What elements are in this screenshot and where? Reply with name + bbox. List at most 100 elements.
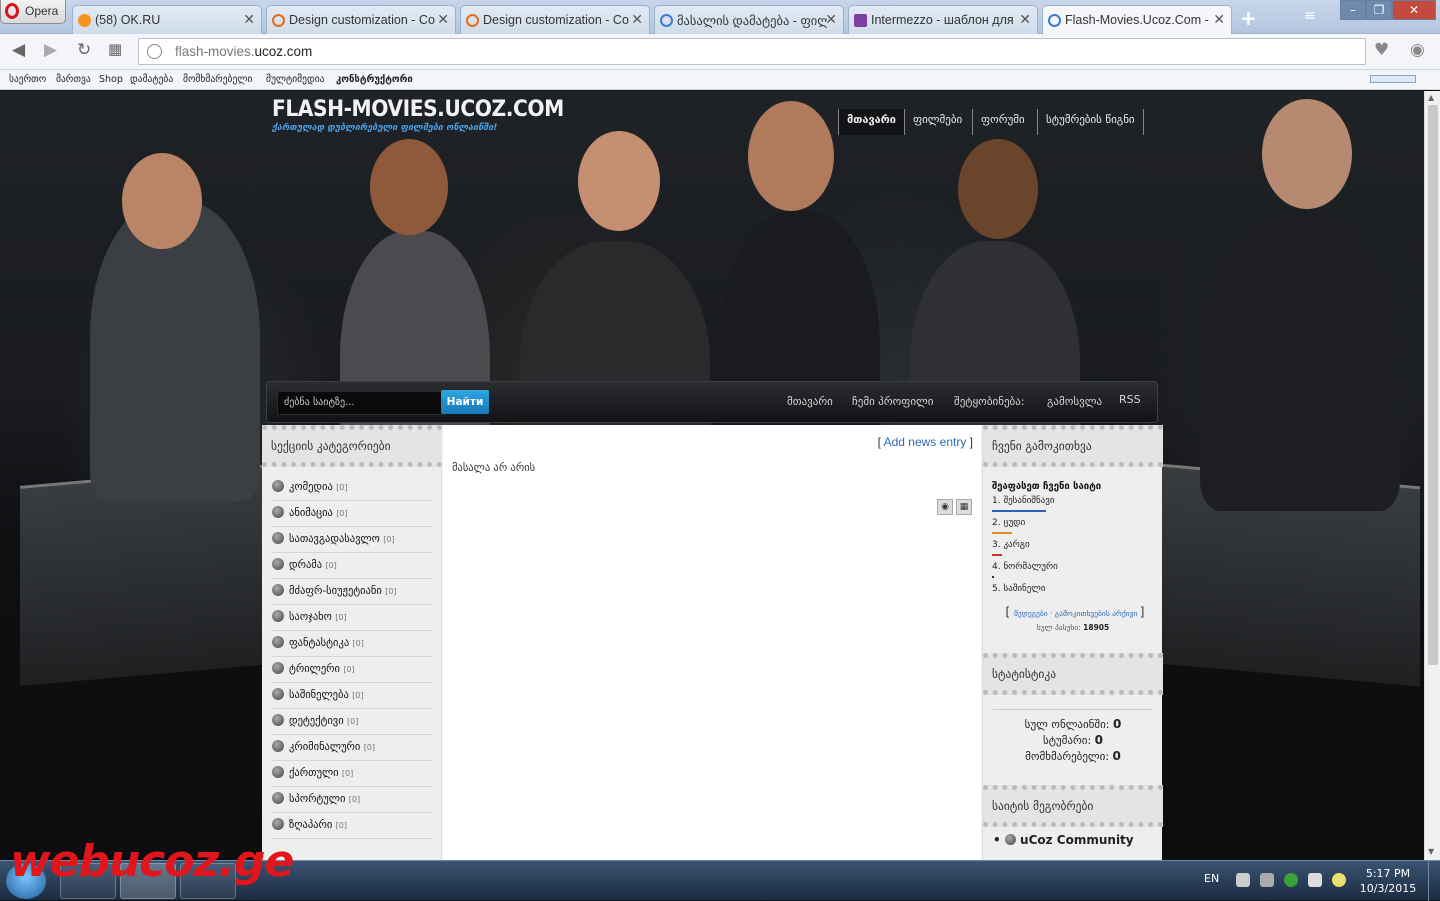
- bookmark-add[interactable]: დამატება: [130, 74, 173, 85]
- menu-logout[interactable]: გამოსვლა: [1047, 395, 1102, 408]
- url-input[interactable]: flash-movies.ucoz.com: [138, 38, 1366, 65]
- bullet-icon: [272, 662, 284, 674]
- bullet-icon: [272, 480, 284, 492]
- category-item[interactable]: მძაფრ-სიუჟეტიანი [0]: [272, 579, 432, 605]
- show-desktop-button[interactable]: [1428, 861, 1440, 901]
- maximize-button[interactable]: ❐: [1366, 0, 1392, 20]
- topnav-forum[interactable]: ფორუმი: [972, 109, 1033, 135]
- poll-option: 1. შესანიშნავი: [992, 496, 1055, 506]
- face: [748, 101, 834, 211]
- bullet-icon: [272, 506, 284, 518]
- right-sidebar: ჩვენი გამოკითხვა შეაფასეთ ჩვენი საიტი 1.…: [982, 425, 1163, 860]
- language-indicator[interactable]: EN: [1204, 872, 1219, 885]
- scroll-down-icon[interactable]: ▼: [1428, 847, 1434, 856]
- tab-flash-movies[interactable]: Flash-Movies.Ucoz.Com - ✕: [1042, 5, 1232, 34]
- category-item[interactable]: სპორტული [0]: [272, 787, 432, 813]
- tab-intermezzo[interactable]: Intermezzo - шаблон для ✕: [848, 5, 1038, 34]
- grid-view-icon[interactable]: ▦: [956, 499, 972, 515]
- topnav-home[interactable]: მთავარი: [838, 109, 905, 135]
- bullet-icon: [272, 636, 284, 648]
- menu-home[interactable]: მთავარი: [787, 395, 833, 408]
- scroll-up-icon[interactable]: ▲: [1428, 93, 1434, 102]
- watermark-logo: webucoz.ge: [10, 836, 294, 887]
- ucoz-icon: [466, 14, 479, 27]
- stats-online: სულ ონლაინში: 0: [1024, 717, 1122, 731]
- menu-my-profile[interactable]: ჩემი პროფილი: [852, 395, 933, 408]
- close-icon[interactable]: ✕: [825, 11, 837, 28]
- tab-design-customization-2[interactable]: Design customization - Co ✕: [460, 5, 650, 34]
- category-item[interactable]: კომედია [0]: [272, 475, 432, 501]
- opera-menu-button[interactable]: Opera: [0, 0, 66, 24]
- reload-icon[interactable]: ↻: [77, 40, 91, 60]
- close-icon[interactable]: ✕: [631, 11, 643, 28]
- antivirus-icon[interactable]: [1284, 873, 1298, 887]
- bookmark-heart-icon[interactable]: ♥: [1374, 40, 1389, 60]
- category-item[interactable]: სათავგადასავლო [0]: [272, 527, 432, 553]
- view-toggle-icon[interactable]: ◉: [937, 499, 953, 515]
- opera-logo-icon: [5, 3, 19, 19]
- account-icon[interactable]: ◉: [1410, 40, 1425, 60]
- category-item[interactable]: საოჯახო [0]: [272, 605, 432, 631]
- topnav-films[interactable]: ფილმები: [904, 109, 970, 135]
- bookmark-constructor[interactable]: კონსტრუქტორი: [336, 74, 413, 85]
- poll-result-bar: [992, 576, 994, 578]
- network-icon[interactable]: [1260, 873, 1274, 887]
- category-item[interactable]: ზღაპარი [0]: [272, 813, 432, 839]
- category-item[interactable]: დეტექტივი [0]: [272, 709, 432, 735]
- tab-add-material[interactable]: მასალის დამატება - ფილ ✕: [654, 5, 844, 34]
- tab-menu-icon[interactable]: ≡: [1304, 8, 1316, 24]
- category-item[interactable]: ქართული [0]: [272, 761, 432, 787]
- category-item[interactable]: საშინელება [0]: [272, 683, 432, 709]
- site-logo-title[interactable]: FLASH-MOVIES.UCOZ.COM: [272, 97, 564, 122]
- ucoz-icon: [1048, 14, 1061, 27]
- category-item[interactable]: კრიმინალური [0]: [272, 735, 432, 761]
- bookmark-control[interactable]: მართვა: [56, 74, 91, 85]
- close-icon[interactable]: ✕: [437, 11, 449, 28]
- new-tab-button[interactable]: +: [1240, 6, 1257, 30]
- bookmark-user[interactable]: მომხმარებელი: [183, 74, 252, 85]
- face: [1262, 99, 1352, 209]
- close-icon[interactable]: ✕: [1019, 11, 1031, 28]
- bookmark-general[interactable]: საერთო: [9, 74, 46, 85]
- toolbar-slider[interactable]: [1370, 75, 1416, 83]
- tab-design-customization-1[interactable]: Design customization - Co ✕: [266, 5, 456, 34]
- face: [122, 153, 202, 249]
- ok-icon: [78, 14, 91, 27]
- close-window-button[interactable]: ✕: [1392, 0, 1436, 20]
- poll-archive-link[interactable]: გამოკითხვების არქივი: [1055, 609, 1138, 618]
- category-item[interactable]: ანიმაცია [0]: [272, 501, 432, 527]
- category-item[interactable]: დრამა [0]: [272, 553, 432, 579]
- tray-app-icon[interactable]: [1332, 873, 1346, 887]
- poll-block-title: ჩვენი გამოკითხვა: [983, 425, 1163, 467]
- close-icon[interactable]: ✕: [1213, 11, 1225, 28]
- partner-link[interactable]: • uCoz Community: [993, 833, 1134, 847]
- category-item[interactable]: ფანტასტიკა [0]: [272, 631, 432, 657]
- speed-dial-icon[interactable]: ▦: [108, 40, 122, 58]
- tab-ok-ru[interactable]: (58) OK.RU ✕: [72, 5, 262, 34]
- forward-icon[interactable]: ▶: [44, 40, 57, 60]
- bookmark-multimedia[interactable]: მულტიმედია: [266, 74, 324, 85]
- add-news-link[interactable]: [ Add news entry ]: [878, 435, 973, 449]
- ucoz-icon: [272, 14, 285, 27]
- search-button[interactable]: Найти: [441, 390, 489, 414]
- stats-users: მომხმარებელი: 0: [1025, 749, 1121, 763]
- category-item[interactable]: ტრილერი [0]: [272, 657, 432, 683]
- close-icon[interactable]: ✕: [243, 11, 255, 28]
- poll-result-bar: [992, 554, 1002, 556]
- scrollbar-thumb[interactable]: [1428, 105, 1438, 665]
- topnav-guestbook[interactable]: სტუმრების წიგნი: [1037, 109, 1144, 135]
- menu-rss[interactable]: RSS: [1119, 393, 1141, 406]
- page-scrollbar[interactable]: ▲ ▼: [1424, 91, 1440, 860]
- bookmark-shop[interactable]: Shop: [99, 74, 123, 85]
- flag-icon[interactable]: [1236, 873, 1250, 887]
- minimize-button[interactable]: –: [1340, 0, 1366, 20]
- bullet-icon: [272, 558, 284, 570]
- poll-results-link[interactable]: შედეგები: [1014, 609, 1048, 618]
- site-search-input[interactable]: ძებნა საიტზე...: [277, 391, 445, 415]
- menu-messages[interactable]: შეტყობინება:: [954, 395, 1025, 408]
- system-clock[interactable]: 5:17 PM 10/3/2015: [1352, 866, 1424, 896]
- bullet-icon: [272, 584, 284, 596]
- face: [370, 139, 448, 235]
- volume-icon[interactable]: [1308, 873, 1322, 887]
- back-icon[interactable]: ◀: [12, 40, 25, 60]
